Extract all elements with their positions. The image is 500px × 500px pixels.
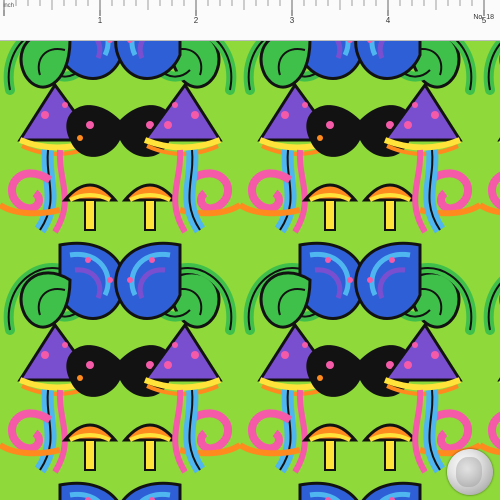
fabric-swatch: inch No. 18 1 2 3 4 5 — [0, 0, 500, 500]
coin-portrait — [456, 457, 482, 487]
ruler-tick-4: 4 — [385, 16, 391, 25]
measuring-ruler: inch No. 18 1 2 3 4 5 — [0, 0, 500, 41]
ruler-tick-1: 1 — [97, 16, 103, 25]
ruler-ticks — [3, 0, 485, 16]
ruler-tick-2: 2 — [193, 16, 199, 25]
quarter-coin — [447, 449, 493, 495]
ruler-tick-5: 5 — [481, 16, 487, 25]
fabric-pattern — [0, 0, 500, 500]
ruler-tick-3: 3 — [289, 16, 295, 25]
